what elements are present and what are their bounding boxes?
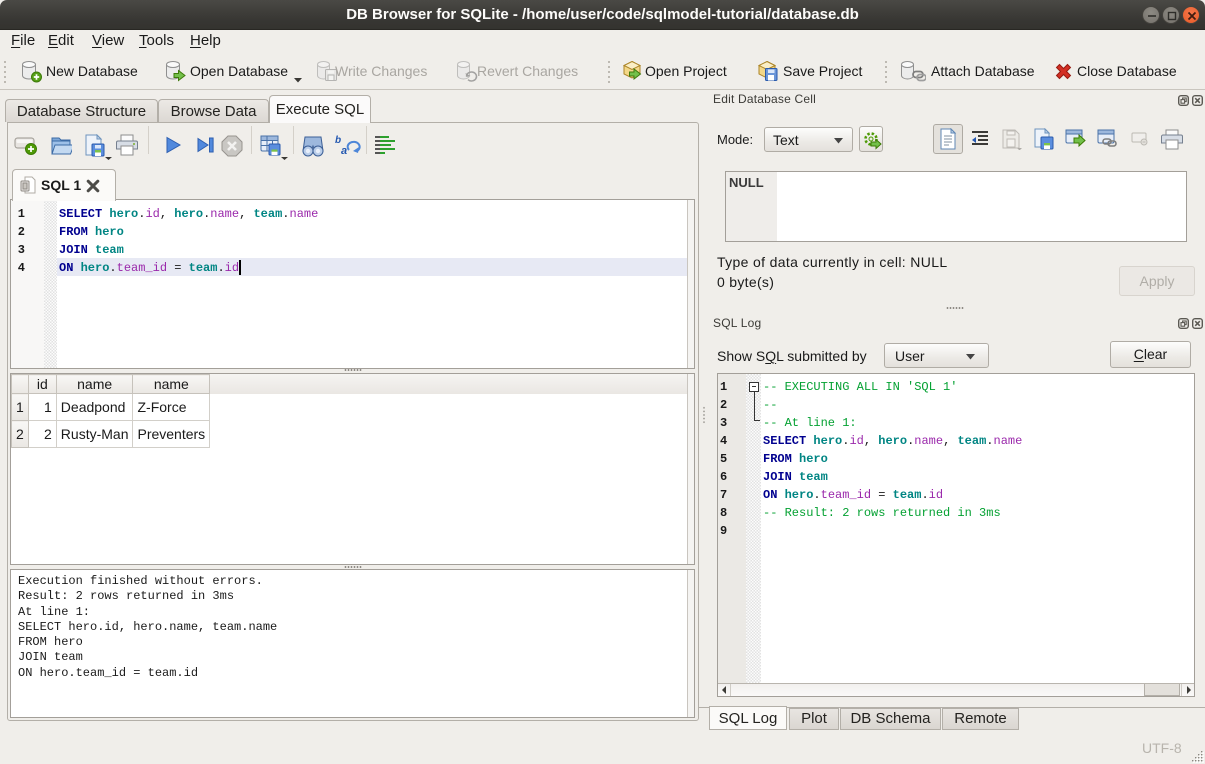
svg-text:a: a: [341, 145, 347, 157]
